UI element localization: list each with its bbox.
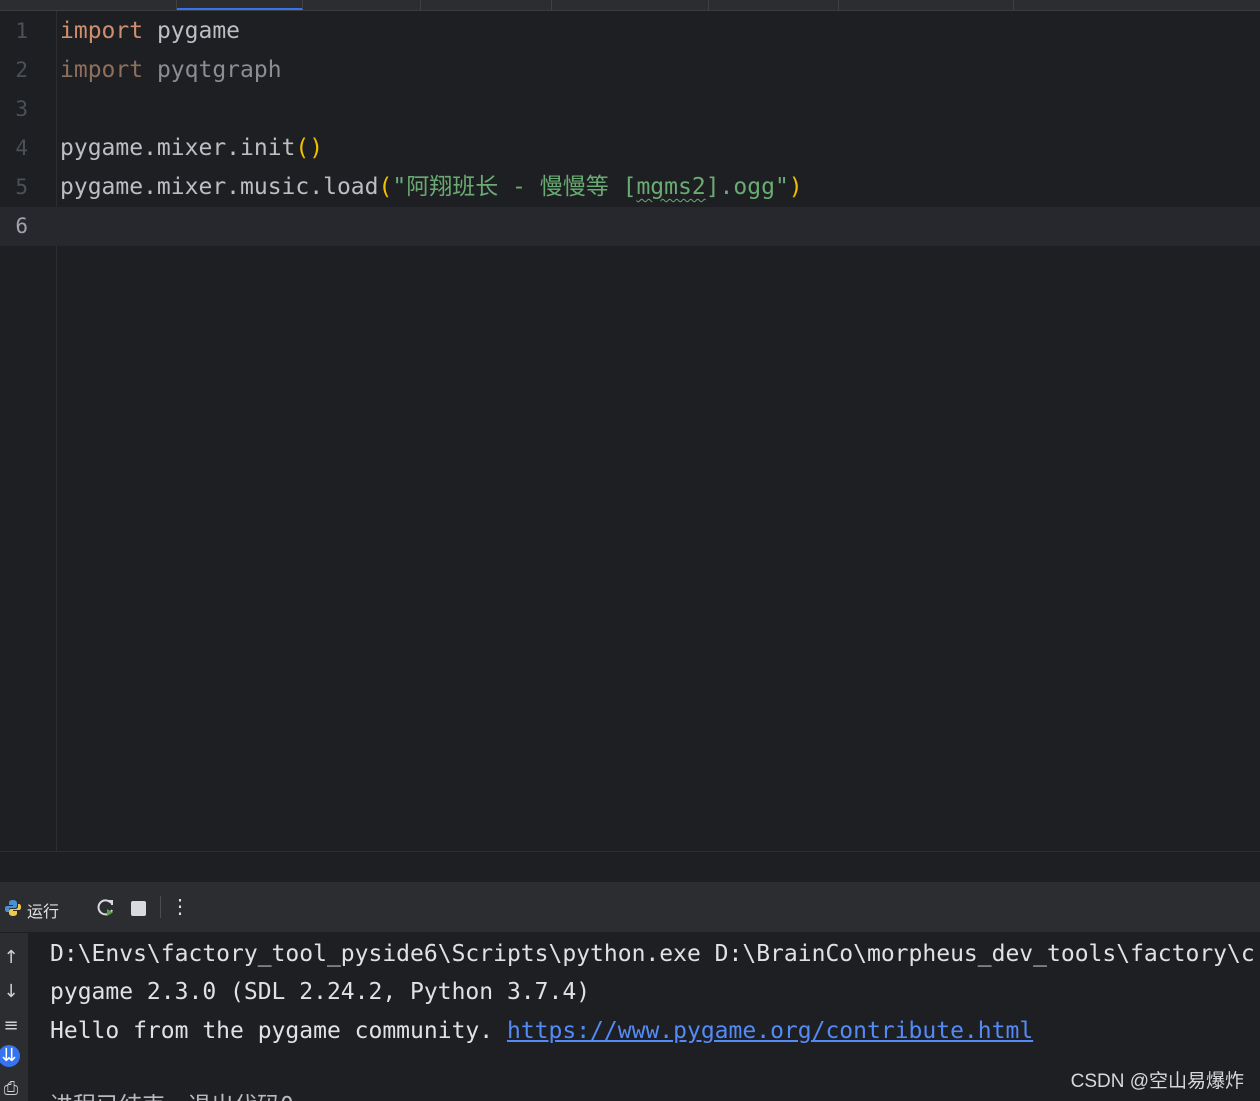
string-literal-start: "阿翔班长 - 慢慢等 [ — [392, 174, 637, 200]
keyword: import — [60, 18, 144, 44]
watermark: CSDN @空山易爆炸 — [1070, 1071, 1244, 1092]
console-output-line: pygame 2.3.0 (SDL 2.24.2, Python 3.7.4) — [50, 979, 591, 1005]
editor-tab[interactable] — [552, 0, 709, 10]
typo-warning-word[interactable]: mgms2 — [636, 174, 705, 200]
panel-splitter[interactable] — [0, 851, 1260, 883]
scroll-to-end-icon[interactable]: ⇊ — [0, 1045, 20, 1067]
line-number: 6 — [15, 214, 28, 238]
pygame-contribute-link[interactable]: https://www.pygame.org/contribute.html — [507, 1018, 1033, 1044]
editor-tab-active[interactable] — [177, 0, 303, 10]
editor-tab[interactable] — [839, 0, 1014, 10]
line-number: 5 — [15, 175, 28, 199]
paren-open: ( — [378, 174, 393, 200]
soft-wrap-icon[interactable]: ≡ — [0, 1015, 22, 1037]
arrow-up-icon[interactable]: ↑ — [0, 947, 22, 969]
editor-tab-strip — [0, 0, 1260, 11]
run-tab-label[interactable]: 运行 — [27, 898, 59, 922]
console-side-toolbar: ↑ ↓ ≡ ⇊ ⎙ — [0, 933, 28, 1101]
paren-close: ) — [788, 174, 803, 200]
unused-module-name: pyqtgraph — [143, 57, 282, 83]
string-literal-end: ].ogg" — [705, 174, 789, 200]
code-line[interactable]: 3 — [0, 90, 1260, 129]
print-icon[interactable]: ⎙ — [0, 1078, 22, 1100]
editor-tab[interactable] — [709, 0, 839, 10]
line-number: 2 — [15, 58, 28, 82]
editor-tab[interactable] — [421, 0, 552, 10]
code-text[interactable]: import pyqtgraph — [60, 51, 282, 90]
code-line[interactable]: 2 import pyqtgraph — [0, 51, 1260, 90]
editor-tab[interactable] — [303, 0, 421, 10]
call-expression: pygame.mixer.music.load — [60, 174, 379, 200]
console-output-line: Hello from the pygame community. https:/… — [50, 1012, 1033, 1050]
code-line[interactable]: 5 pygame.mixer.music.load("阿翔班长 - 慢慢等 [m… — [0, 168, 1260, 207]
rerun-icon[interactable] — [95, 897, 117, 919]
paren-open: ( — [295, 135, 310, 161]
paren-close: ) — [309, 135, 324, 161]
line-number: 3 — [15, 97, 28, 121]
line-number: 4 — [15, 136, 28, 160]
code-text[interactable]: pygame.mixer.init() — [60, 129, 323, 168]
call-expression: pygame.mixer.init — [60, 135, 296, 161]
keyword: import — [60, 57, 144, 83]
code-line[interactable]: 1 import pygame — [0, 12, 1260, 51]
arrow-down-icon[interactable]: ↓ — [0, 981, 22, 1003]
line-number: 1 — [15, 19, 28, 43]
code-text[interactable]: import pygame — [60, 12, 240, 51]
code-text[interactable]: pygame.mixer.music.load("阿翔班长 - 慢慢等 [mgm… — [60, 168, 803, 207]
python-icon — [5, 900, 21, 916]
more-options-icon[interactable]: ⋮ — [170, 894, 190, 920]
run-toolbar: 运行 ⋮ — [0, 882, 1260, 933]
code-editor[interactable]: 1 import pygame 2 import pyqtgraph 3 4 p… — [0, 11, 1260, 851]
console-text: Hello from the pygame community. — [50, 1018, 507, 1044]
code-line[interactable]: 4 pygame.mixer.init() — [0, 129, 1260, 168]
console-output-line-partial: 进程已结束，退出代码0 — [50, 1087, 294, 1101]
console-output-line: D:\Envs\factory_tool_pyside6\Scripts\pyt… — [50, 941, 1255, 967]
current-code-line[interactable]: 6 — [0, 207, 1260, 246]
module-name: pygame — [143, 18, 241, 44]
editor-tab[interactable] — [0, 0, 177, 10]
toolbar-divider — [160, 896, 161, 918]
stop-icon[interactable] — [131, 901, 146, 916]
